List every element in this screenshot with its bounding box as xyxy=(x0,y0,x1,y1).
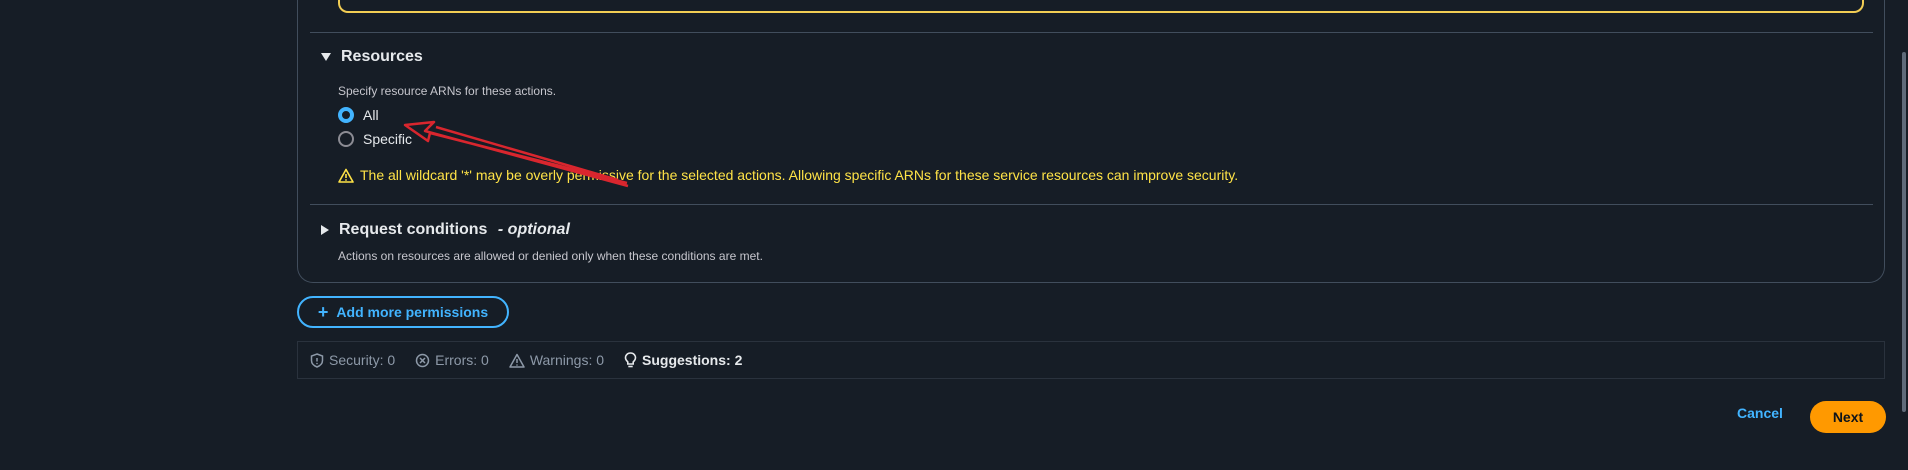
wildcard-warning: The all wildcard '*' may be overly permi… xyxy=(338,167,1238,183)
plus-icon: + xyxy=(317,302,329,322)
radio-specific-control[interactable] xyxy=(338,131,354,147)
security-stat[interactable]: Security: 0 xyxy=(310,352,395,368)
error-circle-icon xyxy=(415,353,430,367)
section-divider xyxy=(310,204,1873,205)
validation-status-bar: Security: 0 Errors: 0 Warnings: 0 Sugges… xyxy=(297,341,1885,379)
warnings-stat[interactable]: Warnings: 0 xyxy=(509,352,604,368)
add-more-permissions-label: Add more permissions xyxy=(336,304,489,320)
page-scrollbar[interactable] xyxy=(1902,52,1906,412)
radio-specific[interactable]: Specific xyxy=(338,131,412,147)
next-button[interactable]: Next xyxy=(1810,401,1886,433)
errors-stat-text: Errors: 0 xyxy=(435,352,489,368)
request-conditions-header[interactable]: Request conditions - optional xyxy=(321,221,570,239)
request-conditions-description: Actions on resources are allowed or deni… xyxy=(338,249,763,263)
warning-triangle-icon xyxy=(338,168,354,183)
caret-right-icon xyxy=(321,225,329,235)
add-more-permissions-button[interactable]: + Add more permissions xyxy=(297,296,509,328)
errors-stat[interactable]: Errors: 0 xyxy=(415,352,489,368)
shield-icon xyxy=(310,352,324,368)
suggestions-stat[interactable]: Suggestions: 2 xyxy=(624,352,742,368)
request-conditions-title: Request conditions xyxy=(339,221,488,238)
resources-header[interactable]: Resources xyxy=(321,48,423,66)
cancel-button[interactable]: Cancel xyxy=(1737,405,1783,421)
security-stat-text: Security: 0 xyxy=(329,352,396,368)
radio-all-control[interactable] xyxy=(338,107,354,123)
resources-title: Resources xyxy=(341,48,423,65)
permissions-panel xyxy=(297,0,1885,283)
warnings-stat-text: Warnings: 0 xyxy=(529,352,605,368)
suggestions-stat-text: Suggestions: 2 xyxy=(642,352,743,368)
lightbulb-icon xyxy=(624,352,637,368)
wildcard-warning-text: The all wildcard '*' may be overly permi… xyxy=(360,167,1239,183)
caret-down-icon xyxy=(321,53,331,61)
radio-all[interactable]: All xyxy=(338,107,379,123)
warning-triangle-icon xyxy=(509,353,525,368)
radio-specific-label: Specific xyxy=(363,131,413,147)
radio-all-label: All xyxy=(363,107,379,123)
resources-description: Specify resource ARNs for these actions. xyxy=(338,84,557,98)
highlighted-box-bottom xyxy=(338,0,1864,13)
optional-label: - optional xyxy=(497,221,570,238)
section-divider xyxy=(310,32,1873,33)
